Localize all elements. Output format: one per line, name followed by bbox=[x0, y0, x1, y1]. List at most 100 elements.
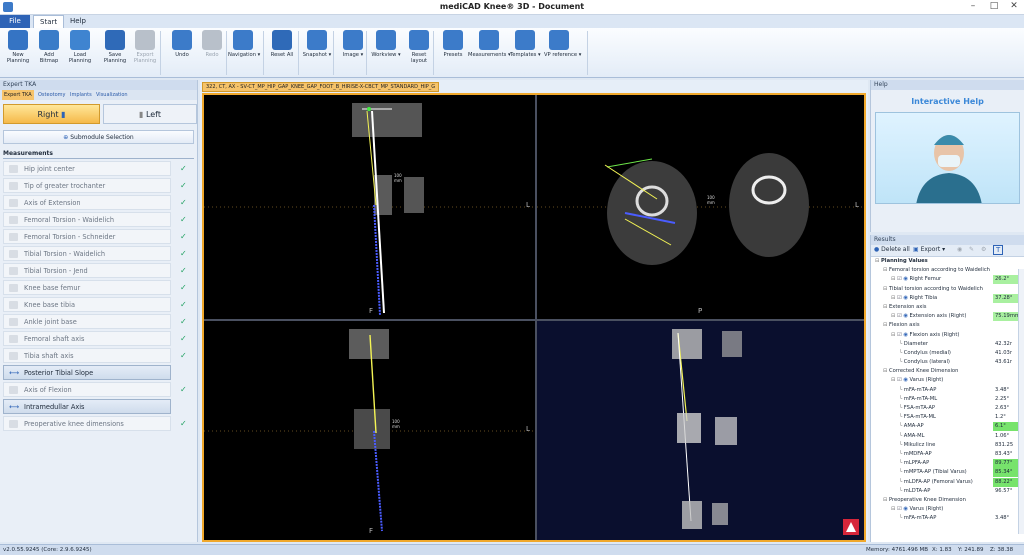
results-row[interactable]: └ Mikulicz line 831.25 bbox=[871, 441, 1024, 450]
ribbon-button-8[interactable]: Reset All bbox=[267, 30, 297, 58]
close-icon[interactable]: ✕ bbox=[1004, 1, 1024, 11]
measurement-item[interactable]: ⟷ Posterior Tibial Slope bbox=[3, 365, 171, 380]
ribbon-button-14[interactable]: Measurements ▾ bbox=[468, 30, 511, 58]
tab-file[interactable]: File bbox=[0, 15, 30, 28]
ribbon-button-6[interactable]: Redo bbox=[197, 30, 227, 58]
view-coronal[interactable]: L F 100 mm bbox=[204, 95, 535, 319]
visibility-icon[interactable]: ◉ bbox=[957, 246, 962, 253]
measurement-item[interactable]: Axis of Flexion ✓ bbox=[3, 382, 187, 397]
ribbon-button-10[interactable]: Image ▾ bbox=[338, 30, 368, 58]
series-tab[interactable]: 322, CT, AX - SV-CT_MP_HIP_GAP_KNEE_GAP_… bbox=[202, 82, 440, 92]
view-axial[interactable]: L P 100 mm bbox=[537, 95, 864, 319]
ribbon-button-label: Reset All bbox=[270, 52, 294, 58]
results-row[interactable]: ⊟ Preoperative Knee Dimension bbox=[871, 496, 1024, 505]
viewport-splitter-h[interactable] bbox=[204, 319, 864, 321]
results-row[interactable]: └ mLDFA-AP (Femoral Varus) 88.22° bbox=[871, 477, 1024, 487]
results-row[interactable]: └ Condylus (medial) 41.03r bbox=[871, 349, 1024, 358]
help-video-thumbnail[interactable] bbox=[875, 112, 1020, 204]
measurement-label: Intramedullar Axis bbox=[24, 403, 85, 411]
results-row[interactable]: └ mFA-mTA-ML 2.25° bbox=[871, 395, 1024, 404]
results-row[interactable]: └ AMA-ML 1.06° bbox=[871, 432, 1024, 441]
pencil-icon[interactable]: ✎ bbox=[969, 246, 974, 253]
subtab-osteotomy[interactable]: Osteotomy bbox=[36, 90, 68, 100]
viewport-grid[interactable]: L F 100 mm L P 100 mm L F 100 mm bbox=[202, 93, 866, 542]
results-row[interactable]: └ mFA-mTA-AP 3.48° bbox=[871, 386, 1024, 395]
results-row[interactable]: ⊟ ☑ ◉ Right Tibia 37.28° bbox=[871, 293, 1024, 303]
subtab-visualization[interactable]: Visualization bbox=[94, 90, 130, 100]
measurement-item[interactable]: Tibial Torsion - Waidelich ✓ bbox=[3, 246, 187, 261]
measurement-item[interactable]: Ankle joint base ✓ bbox=[3, 314, 187, 329]
results-row[interactable]: └ AMA-AP 6.1° bbox=[871, 422, 1024, 432]
ribbon-button-2[interactable]: Load Planning bbox=[65, 30, 95, 64]
results-row[interactable]: └ mMPTA-AP (Tibial Varus) 85.34° bbox=[871, 468, 1024, 478]
ribbon-button-9[interactable]: Snapshot ▾ bbox=[302, 30, 332, 58]
results-row[interactable]: └ mFA-mTA-AP 3.48° bbox=[871, 514, 1024, 523]
new-planning-icon bbox=[8, 30, 28, 50]
delete-all-button[interactable]: ● Delete all bbox=[874, 246, 910, 253]
results-row[interactable]: ⊟ Tibial torsion according to Waidelich bbox=[871, 285, 1024, 294]
results-row[interactable]: ⊟ Flexion axis bbox=[871, 321, 1024, 330]
measurement-item[interactable]: Tibial Torsion - Jend ✓ bbox=[3, 263, 187, 278]
results-row[interactable]: ⊟ ☑ ◉ Extension axis (Right) 75.19mm bbox=[871, 312, 1024, 322]
results-row[interactable]: ⊟ Femoral torsion according to Waidelich bbox=[871, 266, 1024, 275]
ribbon-button-15[interactable]: Templates ▾ bbox=[510, 30, 541, 58]
ribbon-button-7[interactable]: Navigation ▾ bbox=[228, 30, 260, 58]
ribbon-button-4[interactable]: Export Planning bbox=[130, 30, 160, 64]
measurement-item[interactable]: Axis of Extension ✓ bbox=[3, 195, 187, 210]
results-row[interactable]: ⊟ ☑ ◉ Varus (Right) bbox=[871, 376, 1024, 385]
results-scrollbar[interactable] bbox=[1018, 269, 1024, 534]
text-icon[interactable]: T bbox=[993, 245, 1004, 255]
results-row[interactable]: └ FSA-mTA-AP 2.63° bbox=[871, 404, 1024, 413]
help-panel-title: Help bbox=[871, 80, 1024, 90]
measurement-item[interactable]: Tibia shaft axis ✓ bbox=[3, 348, 187, 363]
results-row[interactable]: ⊟ Corrected Knee Dimension bbox=[871, 367, 1024, 376]
maximize-icon[interactable]: □ bbox=[984, 1, 1004, 11]
ribbon-button-11[interactable]: Workview ▾ bbox=[371, 30, 401, 58]
view-3d[interactable] bbox=[537, 321, 864, 540]
ribbon-button-5[interactable]: Undo bbox=[167, 30, 197, 58]
measurement-item[interactable]: Femoral Torsion - Schneider ✓ bbox=[3, 229, 187, 244]
measurement-item[interactable]: Femoral shaft axis ✓ bbox=[3, 331, 187, 346]
subtab-implants[interactable]: Implants bbox=[68, 90, 94, 100]
submodule-selection-button[interactable]: ⊕ Submodule Selection bbox=[3, 130, 194, 144]
right-side-button[interactable]: Right ▮ bbox=[3, 104, 100, 124]
measurement-item[interactable]: Tip of greater trochanter ✓ bbox=[3, 178, 187, 193]
ribbon-button-0[interactable]: New Planning bbox=[3, 30, 33, 64]
minimize-icon[interactable]: – bbox=[963, 1, 983, 11]
results-row[interactable]: ⊟ ☑ ◉ Flexion axis (Right) bbox=[871, 331, 1024, 340]
results-row[interactable]: ⊟ Extension axis bbox=[871, 303, 1024, 312]
measurement-item[interactable]: Preoperative knee dimensions ✓ bbox=[3, 416, 187, 431]
tab-start[interactable]: Start bbox=[33, 15, 65, 28]
ribbon-button-1[interactable]: Add Bitmap bbox=[34, 30, 64, 64]
results-row[interactable]: └ Condylus (lateral) 43.61r bbox=[871, 358, 1024, 367]
results-row[interactable]: └ mLDTA-AP 96.57° bbox=[871, 487, 1024, 496]
tab-help[interactable]: Help bbox=[64, 15, 92, 28]
measurement-item[interactable]: Hip joint center ✓ bbox=[3, 161, 187, 176]
presets-icon bbox=[443, 30, 463, 50]
viewport-splitter-v[interactable] bbox=[535, 95, 537, 540]
ribbon-button-16[interactable]: VP reference ▾ bbox=[544, 30, 581, 58]
subtab-expert-tka[interactable]: Expert TKA bbox=[2, 90, 34, 100]
view-sagittal[interactable]: L F 100 mm bbox=[204, 321, 535, 540]
measurement-item[interactable]: Femoral Torsion - Waidelich ✓ bbox=[3, 212, 187, 227]
ribbon-button-3[interactable]: Save Planning bbox=[100, 30, 130, 64]
gear-icon[interactable]: ⚙ bbox=[981, 246, 986, 253]
left-side-label: Left bbox=[145, 110, 161, 119]
ribbon-button-12[interactable]: Reset layout bbox=[404, 30, 434, 64]
results-row[interactable]: ⊟ ☑ ◉ Varus (Right) bbox=[871, 505, 1024, 514]
results-row[interactable]: └ mLPFA-AP 89.77° bbox=[871, 459, 1024, 469]
measurement-label: Knee base tibia bbox=[24, 301, 76, 309]
results-row-label: Extension axis (Right) bbox=[909, 313, 967, 320]
measurement-item[interactable]: Knee base tibia ✓ bbox=[3, 297, 187, 312]
ribbon-button-13[interactable]: Presets bbox=[438, 30, 468, 58]
results-row[interactable]: └ Diameter 42.32r bbox=[871, 340, 1024, 349]
measurement-item[interactable]: ⟷ Intramedullar Axis bbox=[3, 399, 171, 414]
left-side-button[interactable]: ▮ Left bbox=[103, 104, 197, 124]
results-row[interactable]: ⊟ ☑ ◉ Right Femur 26.2° bbox=[871, 275, 1024, 285]
measurement-label: Femoral Torsion - Waidelich bbox=[24, 216, 115, 224]
measurement-item[interactable]: Knee base femur ✓ bbox=[3, 280, 187, 295]
results-row[interactable]: └ FSA-mTA-ML 1.2° bbox=[871, 413, 1024, 422]
export-button[interactable]: ▣ Export ▾ bbox=[913, 246, 945, 253]
results-row[interactable]: ⊟ Planning Values bbox=[871, 257, 1024, 266]
results-row[interactable]: └ mMDFA-AP 83.43° bbox=[871, 450, 1024, 459]
